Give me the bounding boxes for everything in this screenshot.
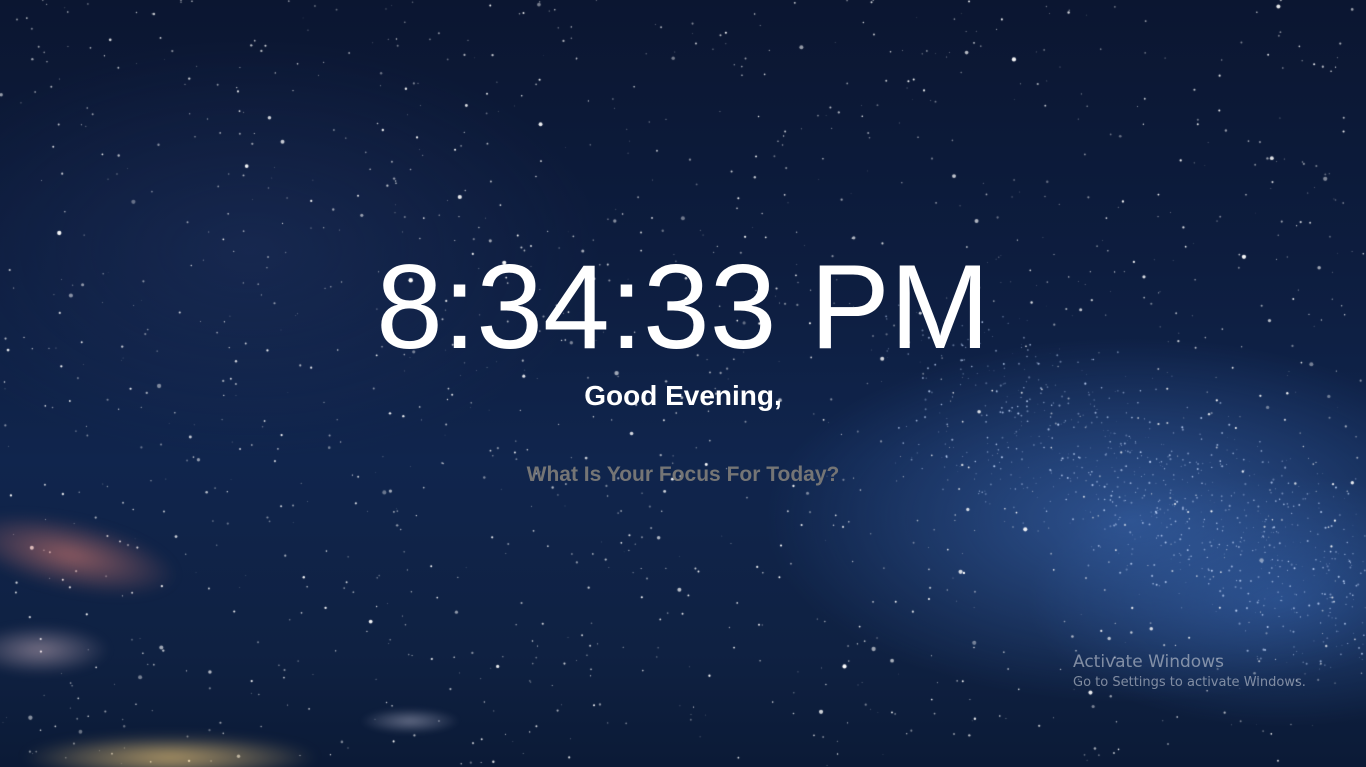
cloud-glow-left (0, 625, 110, 675)
activate-windows-title: Activate Windows (1073, 652, 1224, 672)
small-cloud (360, 708, 460, 734)
focus-input[interactable] (383, 463, 983, 487)
horizon-glow (20, 735, 320, 767)
greeting-text: Good Evening, (584, 380, 782, 411)
activate-windows-subtitle: Go to Settings to activate Windows. (1073, 675, 1306, 690)
clock-display: 8:34:33 PM (376, 240, 990, 374)
activate-windows-watermark: Activate Windows Go to Settings to activ… (1073, 652, 1306, 694)
